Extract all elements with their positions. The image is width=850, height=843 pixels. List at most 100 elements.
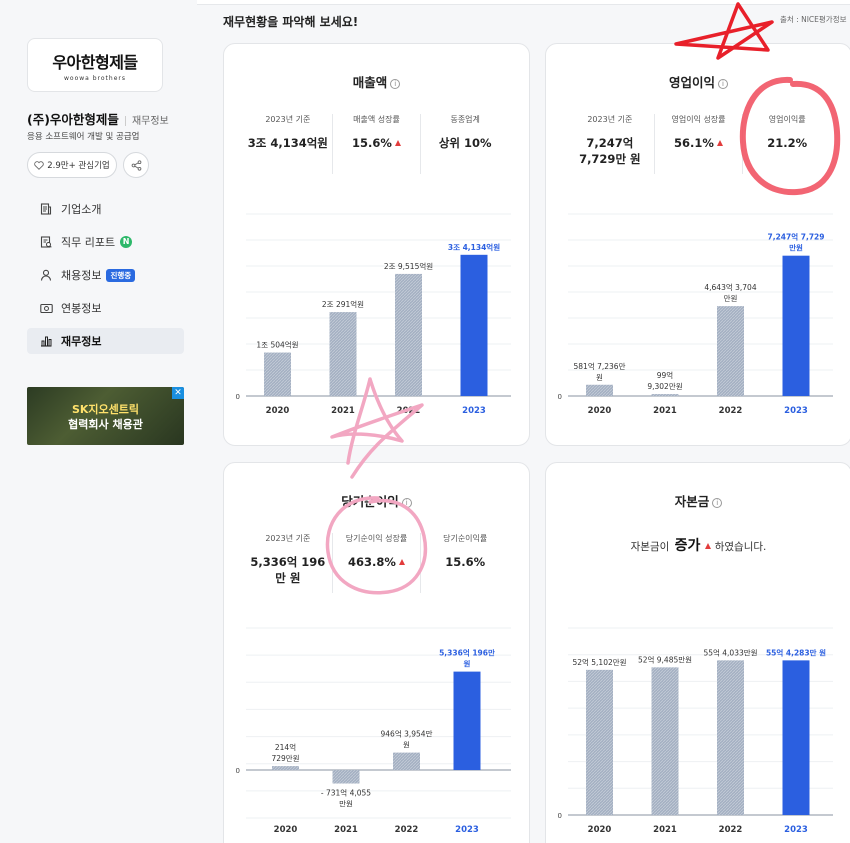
x-tick-label: 2022 xyxy=(719,825,743,835)
bar xyxy=(264,352,291,396)
heart-icon xyxy=(34,160,45,170)
bar xyxy=(332,770,360,784)
y-tick-label: 0 xyxy=(558,393,562,401)
data-label: 729만원 xyxy=(271,754,299,763)
x-tick-label: 2020 xyxy=(266,406,290,416)
net-income-card: 당기순이익 i 2023년 기준 5,336억 196만 원 당기순이익 성장률 … xyxy=(223,462,530,843)
x-tick-label: 2023 xyxy=(784,406,808,416)
x-tick-label: 2023 xyxy=(462,406,486,416)
data-label: 2조 9,515억원 xyxy=(384,262,433,271)
share-button[interactable] xyxy=(123,152,149,178)
sidebar-item-label: 직무 리포트 xyxy=(61,236,116,249)
data-label: 만원 xyxy=(724,294,738,303)
operating-income-card: 영업이익 i 2023년 기준 7,247억 7,729만 원 영업이익 성장률 … xyxy=(545,43,850,446)
sidebar-item-recruitment[interactable]: 채용정보 진행중 xyxy=(27,262,184,288)
company-name-text: (주)우아한형제들 xyxy=(27,112,119,127)
x-tick-label: 2021 xyxy=(334,825,358,835)
bar-chart-icon xyxy=(39,334,53,348)
revenue-bar-chart: 0 1조 504억원 2020 2조 291억원 2021 2조 9,515억원 2022 3… xyxy=(236,213,511,416)
data-label: 214억 xyxy=(275,743,296,752)
data-label: 4,643억 3,704 xyxy=(704,283,756,292)
ad-banner[interactable]: SK지오센트릭 협력회사 채용관 ✕ xyxy=(27,387,184,445)
company-name: (주)우아한형제들 재무정보 xyxy=(27,109,169,128)
data-label: - 731억 4,055 xyxy=(321,789,371,798)
x-tick-label: 2022 xyxy=(395,825,419,835)
company-tag: 재무정보 xyxy=(131,116,169,127)
x-tick-label: 2021 xyxy=(653,825,677,835)
data-label: 만원 xyxy=(789,243,803,253)
sidebar-item-company-intro[interactable]: 기업소개 xyxy=(27,196,184,222)
x-tick-label: 2022 xyxy=(719,406,743,416)
x-tick-label: 2020 xyxy=(588,406,612,416)
data-label: 1조 504억원 xyxy=(256,341,298,350)
new-badge: N xyxy=(120,236,133,248)
data-label: 55억 4,283만 원 xyxy=(766,647,826,657)
follow-company-button[interactable]: 2.9만+ 관심기업 xyxy=(27,152,117,178)
ad-subline: 협력회사 채용관 xyxy=(68,418,143,431)
data-label: 52억 5,102만원 xyxy=(572,658,626,667)
sidebar-item-salary[interactable]: 연봉정보 xyxy=(27,295,184,321)
data-label: 원 xyxy=(464,659,471,669)
sidebar: 우아한형제들 woowa brothers (주)우아한형제들 재무정보 응용 소… xyxy=(0,0,197,843)
bar xyxy=(329,312,357,396)
net-income-bar-chart: 0 214억 729만원 2020 - 731억 4,055 만원 2021 946억 3,9… xyxy=(236,627,511,835)
bar xyxy=(651,394,679,397)
ad-headline: SK지오센트릭 xyxy=(71,403,140,416)
data-label: 581억 7,236만 xyxy=(574,362,626,371)
data-label: 원 xyxy=(596,373,603,382)
logo-subtext: woowa brothers xyxy=(64,74,126,82)
bar xyxy=(272,766,299,771)
bar xyxy=(782,660,810,815)
share-icon xyxy=(131,159,141,171)
report-icon xyxy=(39,235,53,249)
bar xyxy=(651,667,679,815)
data-label: 7,247억 7,729 xyxy=(768,232,825,242)
sidebar-item-job-report[interactable]: 직무 리포트 N xyxy=(27,229,184,255)
bar xyxy=(782,255,810,396)
person-icon xyxy=(39,268,53,282)
data-label: 만원 xyxy=(339,800,353,809)
y-tick-label: 0 xyxy=(236,393,240,401)
data-label: 원 xyxy=(403,741,410,750)
y-tick-label: 0 xyxy=(236,767,240,775)
money-icon xyxy=(39,301,53,315)
capital-card: 자본금 i 자본금이 증가 하였습니다. 0 52억 5,102만원 2020 52억 … xyxy=(545,462,850,843)
x-tick-label: 2021 xyxy=(653,406,677,416)
data-label: 9,302만원 xyxy=(647,382,682,391)
sidebar-item-label: 기업소개 xyxy=(61,203,102,216)
x-tick-label: 2023 xyxy=(784,825,808,835)
top-border xyxy=(197,0,850,5)
sidebar-item-label: 재무정보 xyxy=(61,335,102,348)
company-industry: 응용 소프트웨어 개발 및 공급업 xyxy=(27,132,140,142)
data-label: 5,336억 196만 xyxy=(439,648,495,658)
ad-close-icon[interactable]: ✕ xyxy=(172,387,184,399)
sidebar-item-finance[interactable]: 재무정보 xyxy=(27,328,184,354)
data-label: 946억 3,954만 xyxy=(381,730,433,739)
data-label: 52억 9,485만원 xyxy=(638,655,692,664)
sidebar-item-label: 연봉정보 xyxy=(61,302,102,315)
sidebar-nav: 기업소개 직무 리포트 N 채용정보 진행중 연봉정보 재무정보 xyxy=(27,196,184,361)
x-tick-label: 2020 xyxy=(588,825,612,835)
bar xyxy=(586,384,613,396)
bar xyxy=(453,671,481,771)
x-tick-label: 2020 xyxy=(274,825,298,835)
company-logo[interactable]: 우아한형제들 woowa brothers xyxy=(27,38,163,92)
x-tick-label: 2023 xyxy=(455,825,479,835)
bar xyxy=(586,669,613,815)
document-icon xyxy=(39,202,53,216)
capital-bar-chart: 0 52억 5,102만원 2020 52억 9,485만원 2021 55억 4,033… xyxy=(558,627,833,835)
data-source: 출처 : NICE평가정보 xyxy=(780,15,847,24)
section-title: 재무현황을 파악해 보세요! xyxy=(223,15,359,29)
bar xyxy=(395,273,422,396)
in-progress-badge: 진행중 xyxy=(106,268,136,282)
x-tick-label: 2022 xyxy=(397,406,421,416)
bar xyxy=(460,254,488,396)
data-label: 99억 xyxy=(657,371,673,380)
y-tick-label: 0 xyxy=(558,812,562,820)
sidebar-item-label: 채용정보 xyxy=(61,269,102,282)
bar xyxy=(717,306,744,396)
divider xyxy=(124,115,126,126)
data-label: 2조 291억원 xyxy=(322,300,364,309)
data-label: 3조 4,134억원 xyxy=(448,242,500,252)
follow-count: 2.9만+ 관심기업 xyxy=(47,161,110,171)
